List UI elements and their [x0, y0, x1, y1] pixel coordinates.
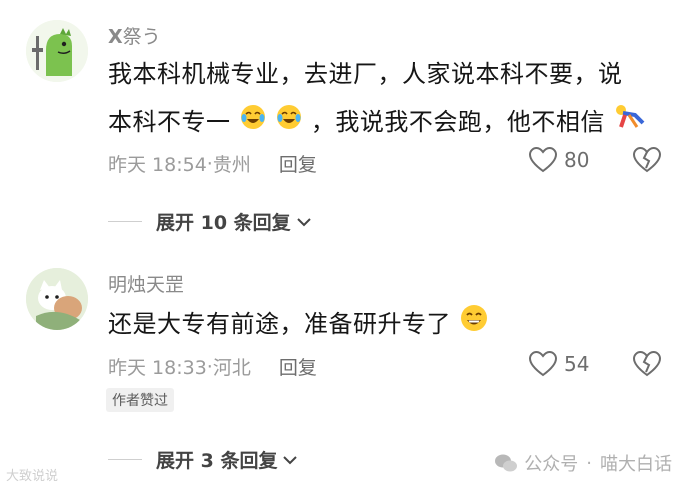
- watermark-right-a: 公众号: [524, 454, 579, 475]
- comment-text-line-2b: ，我说我不会跑，他不相信: [310, 108, 605, 136]
- expand-replies-button[interactable]: 展开 10 条回复: [108, 208, 313, 235]
- running-figure-emoji-icon: [613, 99, 645, 147]
- watermark-left-text: 大致说说: [6, 469, 59, 484]
- green-dinosaur-icon: [26, 20, 88, 82]
- comment-text-line-2: 本科不专一 ，我说我不会跑，他不相信: [108, 98, 678, 147]
- like-count: 54: [564, 352, 590, 376]
- location: 贵州: [212, 154, 251, 176]
- like-button[interactable]: 54: [528, 350, 589, 378]
- like-button[interactable]: 80: [528, 146, 589, 174]
- author-liked-badge: 作者赞过: [106, 388, 174, 412]
- expand-replies-button[interactable]: 展开 3 条回复: [108, 446, 299, 473]
- comment-text: 我本科机械专业，去进厂，人家说本科不要，说 本科不专一 ，我说我不会跑，他不相信: [108, 50, 678, 147]
- watermark-left: 大致说说: [6, 465, 58, 484]
- crying-laughing-emoji-icon: [275, 99, 303, 147]
- heart-icon: [528, 146, 558, 173]
- expand-replies-label: 展开 3 条回复: [156, 450, 278, 472]
- comment-meta: 昨天 18:54 · 贵州 回复: [108, 150, 317, 177]
- broken-heart-icon: [632, 350, 662, 377]
- comment-text-content: 还是大专有前途，准备研升专了: [108, 310, 451, 338]
- dislike-button[interactable]: [632, 350, 662, 382]
- chevron-down-icon: [296, 217, 311, 226]
- cat-meme-icon: [26, 268, 88, 330]
- avatar[interactable]: [26, 20, 88, 82]
- wechat-icon: [495, 454, 518, 472]
- heart-icon: [528, 350, 558, 377]
- username[interactable]: 明烛天罡: [108, 270, 184, 297]
- chevron-down-icon: [283, 455, 298, 464]
- reply-button[interactable]: 回复: [279, 150, 317, 177]
- username[interactable]: 𝗫祭う: [108, 22, 161, 49]
- comment-text: 还是大专有前途，准备研升专了: [108, 300, 489, 349]
- divider: [108, 221, 142, 222]
- expand-replies-label: 展开 10 条回复: [156, 212, 291, 234]
- comment-text-line-1: 我本科机械专业，去进厂，人家说本科不要，说: [108, 60, 623, 88]
- avatar[interactable]: [26, 268, 88, 330]
- broken-heart-icon: [632, 146, 662, 173]
- timestamp: 昨天 18:33: [108, 357, 207, 379]
- comment-text-line-2a: 本科不专一: [108, 108, 231, 136]
- timestamp: 昨天 18:54: [108, 154, 207, 176]
- like-count: 80: [564, 148, 590, 172]
- crying-laughing-emoji-icon: [239, 99, 267, 147]
- comment-meta: 昨天 18:33 · 河北 回复: [108, 353, 317, 380]
- watermark-right: 公众号 · 喵大白话: [494, 450, 672, 476]
- grinning-emoji-icon: [459, 301, 489, 349]
- divider: [108, 459, 142, 460]
- reply-button[interactable]: 回复: [279, 353, 317, 380]
- watermark-right-b: 喵大白话: [600, 454, 672, 475]
- dislike-button[interactable]: [632, 146, 662, 178]
- watermark-dot: ·: [586, 452, 592, 474]
- location: 河北: [212, 357, 251, 379]
